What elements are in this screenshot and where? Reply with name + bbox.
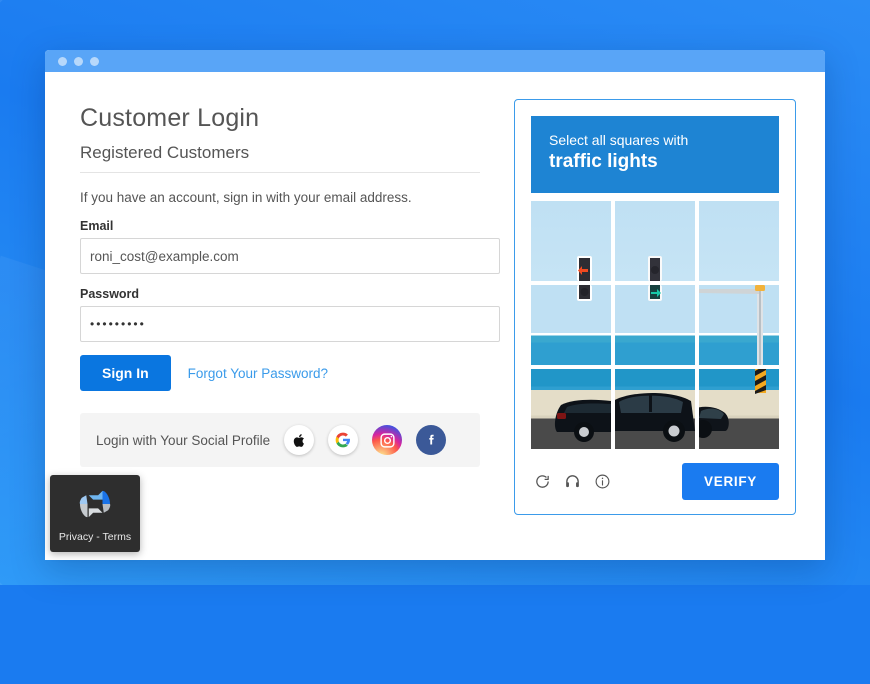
recaptcha-badge-label: Privacy - Terms [58,531,132,543]
form-actions: Sign In Forgot Your Password? [80,355,500,391]
social-login-label: Login with Your Social Profile [96,432,271,448]
password-label: Password [80,287,140,301]
facebook-icon[interactable] [416,425,447,455]
audio-icon[interactable] [561,471,583,493]
sign-in-button[interactable]: Sign In [80,355,171,391]
apple-icon[interactable] [284,425,315,455]
captcha-tile-5[interactable] [615,285,695,365]
captcha-tile-6[interactable] [699,285,779,365]
verify-button[interactable]: VERIFY [682,463,779,500]
captcha-tile-3[interactable] [699,201,779,281]
captcha-tile-4[interactable] [531,285,611,365]
captcha-tile-1[interactable] [531,201,611,281]
captcha-tile-7[interactable] [531,369,611,449]
instagram-icon[interactable] [372,425,403,455]
form-lead-text: If you have an account, sign in with you… [80,190,412,205]
captcha-image-grid [531,201,779,449]
reload-icon[interactable] [531,471,553,493]
window-control-maximize[interactable] [90,56,99,66]
captcha-prompt: Select all squares with traffic lights [531,116,779,193]
email-label: Email [80,219,114,233]
info-icon[interactable] [591,471,613,493]
page-title: Customer Login [80,104,260,132]
captcha-tile-9[interactable] [699,369,779,449]
captcha-prompt-line2: traffic lights [549,151,658,172]
window-control-minimize[interactable] [74,56,83,66]
google-icon[interactable] [328,425,359,455]
window-titlebar [45,50,825,72]
captcha-prompt-line1: Select all squares with [549,132,689,148]
captcha-widget: Select all squares with traffic lights V… [514,99,796,515]
recaptcha-badge[interactable]: Privacy - Terms [50,475,140,552]
window-content: Customer Login Registered Customers If y… [45,72,825,560]
window-control-close[interactable] [58,56,67,66]
captcha-footer: VERIFY [531,463,779,500]
forgot-password-link[interactable]: Forgot Your Password? [188,366,328,381]
browser-window: Customer Login Registered Customers If y… [45,50,825,560]
captcha-tile-2[interactable] [615,201,695,281]
captcha-tile-8[interactable] [615,369,695,449]
captcha-column: Select all squares with traffic lights V… [500,72,825,560]
email-input[interactable] [80,238,500,274]
password-input[interactable] [80,306,500,342]
recaptcha-logo-icon [75,484,115,529]
section-title: Registered Customers [80,143,480,173]
social-login-bar: Login with Your Social Profile [80,413,480,467]
